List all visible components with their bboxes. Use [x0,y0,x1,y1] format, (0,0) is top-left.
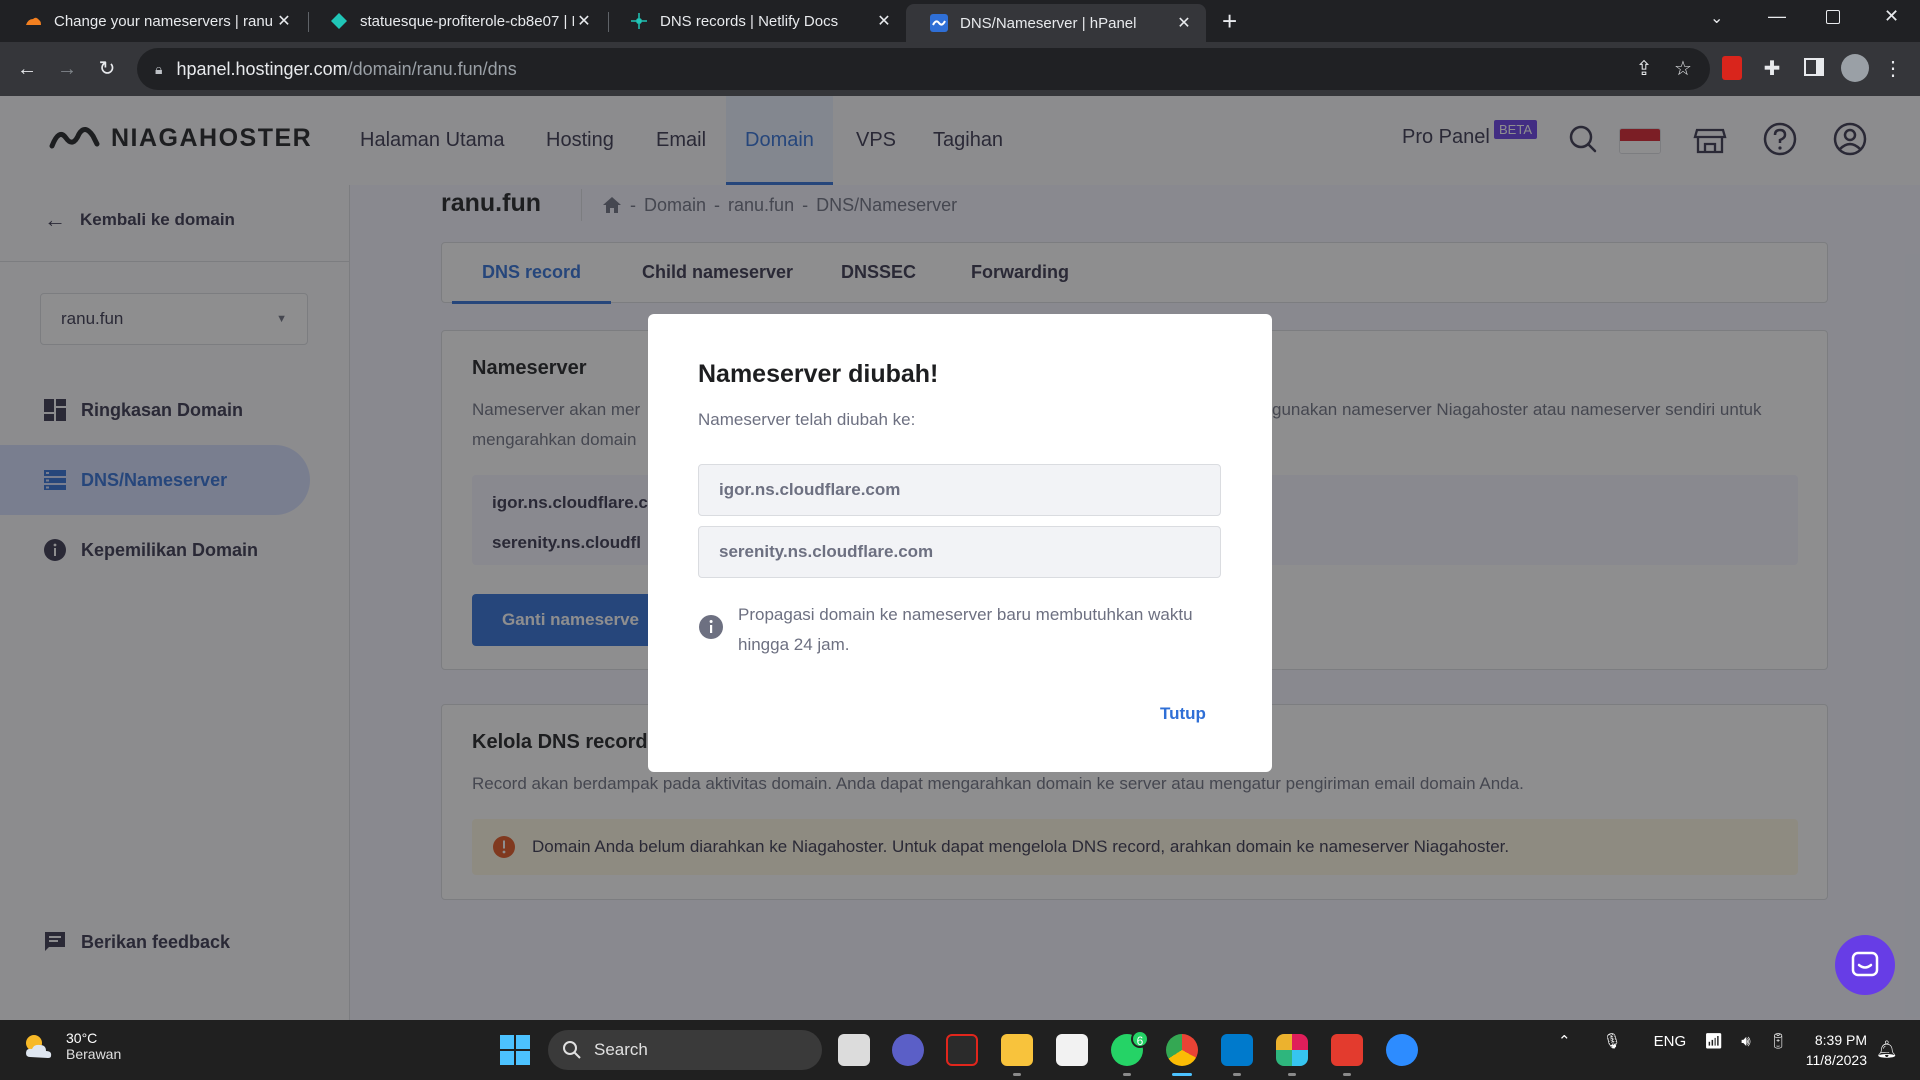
weather-widget[interactable]: 30°C Berawan [22,1030,121,1062]
language-indicator[interactable]: ENG [1654,1033,1687,1050]
microphone-icon[interactable]: 🎙︎ [1603,1032,1622,1050]
zoom-icon[interactable] [1386,1034,1418,1066]
browser-tab-title: DNS/Nameserver | hPanel [960,14,1137,32]
browser-toolbar: ← → ↻ 🔒︎ hpanel.hostinger.com /domain/ra… [0,42,1920,96]
volume-icon[interactable]: 🔊︎ [1741,1033,1750,1050]
profile-avatar[interactable] [1841,54,1869,82]
modal-title: Nameserver diubah! [698,360,939,388]
slack-icon[interactable] [1276,1034,1308,1066]
taskbar-search[interactable]: Search [548,1030,822,1070]
propagation-info: Propagasi domain ke nameserver baru memb… [698,600,1198,660]
lock-icon: 🔒︎ [155,60,163,77]
cloudflare-favicon-icon [26,17,41,25]
browser-tab-bar: Change your nameservers | ranu.fun ✕ sta… [0,0,1920,42]
info-icon [699,615,723,639]
close-tab-icon[interactable]: ✕ [274,11,294,31]
browser-tab-title: statuesque-profiterole-cb8e07 | Netlify [360,12,574,30]
niagahoster-favicon-icon [930,14,948,32]
windows-start-icon[interactable] [500,1035,530,1065]
reload-icon[interactable]: ↻ [94,56,120,82]
browser-menu-icon[interactable]: ⋮ [1880,56,1906,82]
nameserver-field-1: igor.ns.cloudflare.com [698,464,1221,516]
bookmark-star-icon[interactable]: ☆ [1670,56,1696,82]
whatsapp-notification-badge: 6 [1131,1030,1149,1048]
wifi-icon[interactable]: 📶︎ [1704,1032,1723,1050]
new-tab-icon[interactable]: + [1222,6,1237,37]
app-icon[interactable] [1331,1034,1363,1066]
browser-tab[interactable]: DNS records | Netlify Docs ✕ [606,4,906,38]
windows-taskbar: 30°C Berawan Search 6 ⌃ 🎙︎ ENG 📶︎ 🔊︎ 🔋︎ … [0,1020,1920,1080]
chrome-icon[interactable] [1166,1034,1198,1066]
address-bar[interactable]: 🔒︎ hpanel.hostinger.com /domain/ranu.fun… [137,48,1710,90]
weather-condition: Berawan [66,1046,122,1062]
vscode-icon[interactable] [1221,1034,1253,1066]
taskbar-search-label: Search [594,1040,648,1059]
url-path: /domain/ranu.fun/dns [347,58,517,79]
netlify-docs-favicon-icon [631,13,647,29]
browser-tab-title: DNS records | Netlify Docs [660,12,839,30]
browser-tab-title: Change your nameservers | ranu.fun [54,12,274,30]
file-explorer-icon[interactable] [1001,1034,1033,1066]
browser-tab-active[interactable]: DNS/Nameserver | hPanel ✕ [906,4,1206,42]
extensions-puzzle-icon[interactable]: ✚ [1759,56,1785,82]
teams-chat-icon[interactable] [892,1034,924,1066]
forward-arrow-icon[interactable]: → [54,56,80,82]
minimize-window-icon[interactable]: — [1768,6,1786,27]
tab-search-chevron-icon[interactable]: ⌄ [1710,8,1723,28]
close-modal-button[interactable]: Tutup [1160,704,1206,724]
gaming-app-icon[interactable] [946,1034,978,1066]
side-panel-icon[interactable] [1804,58,1824,76]
live-chat-button[interactable] [1835,935,1895,995]
nameserver-changed-modal: Nameserver diubah! Nameserver telah diub… [648,314,1272,772]
temperature: 30°C [66,1030,98,1046]
clock-date: 11/8/2023 [1805,1052,1867,1068]
task-view-icon[interactable] [838,1034,870,1066]
share-icon[interactable]: ⇪ [1631,56,1657,82]
close-tab-icon[interactable]: ✕ [1174,13,1194,33]
propagation-info-text: Propagasi domain ke nameserver baru memb… [738,605,1193,654]
clock-time: 8:39 PM [1814,1032,1867,1048]
close-window-icon[interactable]: ✕ [1884,6,1899,27]
nameserver-field-2: serenity.ns.cloudflare.com [698,526,1221,578]
modal-subtitle: Nameserver telah diubah ke: [698,410,916,429]
chat-icon [1851,951,1879,977]
browser-tab[interactable]: statuesque-profiterole-cb8e07 | Netlify … [306,4,606,38]
partly-cloudy-icon [26,1035,52,1058]
netlify-favicon-icon [331,13,347,29]
battery-icon[interactable]: 🔋︎ [1769,1032,1788,1050]
search-icon [563,1041,581,1059]
url-host: hpanel.hostinger.com [176,58,348,79]
chevron-up-icon[interactable]: ⌃ [1558,1032,1571,1050]
notification-bell-icon[interactable]: 🔔︎ [1876,1040,1898,1060]
back-arrow-icon[interactable]: ← [14,56,40,82]
system-tray: ⌃ 🎙︎ ENG 📶︎ 🔊︎ 🔋︎ [1558,1032,1788,1051]
browser-tab[interactable]: Change your nameservers | ranu.fun ✕ [0,4,306,38]
restore-window-icon[interactable] [1826,10,1840,24]
snipping-tool-icon[interactable] [1056,1034,1088,1066]
pdf-extension-icon[interactable] [1722,56,1742,80]
taskbar-clock[interactable]: 8:39 PM 11/8/2023 [1795,1030,1867,1070]
close-tab-icon[interactable]: ✕ [574,11,594,31]
close-tab-icon[interactable]: ✕ [874,11,894,31]
